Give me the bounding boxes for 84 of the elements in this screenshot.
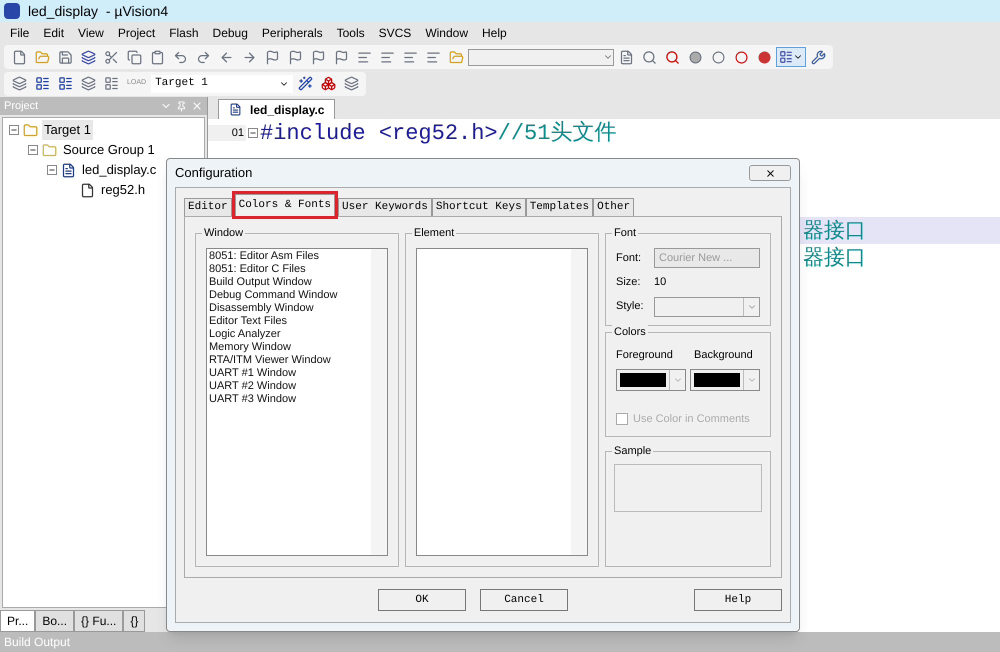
menu-item[interactable]: Peripherals xyxy=(262,24,323,42)
fold-icon[interactable] xyxy=(248,128,258,138)
line-number: 01 xyxy=(208,124,246,142)
code-line: #include <reg52.h>//51头文件 xyxy=(260,120,616,148)
collapse-icon[interactable] xyxy=(9,125,19,135)
menu-item[interactable]: Flash xyxy=(169,24,199,42)
window-list[interactable] xyxy=(206,248,388,556)
panel-tab[interactable]: Pr... xyxy=(0,610,36,632)
menu-item[interactable]: Project xyxy=(118,24,156,42)
menu-item[interactable]: Tools xyxy=(336,24,365,42)
menu-item[interactable]: Edit xyxy=(43,24,64,42)
list-item[interactable]: 8051: Editor C Files xyxy=(209,263,371,276)
code-fragment: 器接口 xyxy=(803,218,866,244)
panel-tab[interactable]: Bo... xyxy=(35,610,74,632)
scrollbar[interactable] xyxy=(370,249,387,555)
color-picker[interactable] xyxy=(616,369,686,391)
file-icon xyxy=(61,162,76,178)
scrollbar[interactable] xyxy=(571,249,587,555)
panel-title: Build Output xyxy=(4,634,70,651)
menu-item[interactable]: SVCS xyxy=(378,24,412,42)
file-icon xyxy=(80,182,95,198)
dialog-tab[interactable]: User Keywords xyxy=(338,198,432,216)
find-combo-box[interactable] xyxy=(468,48,614,66)
list-item[interactable]: Editor Text Files xyxy=(209,315,371,328)
tree-item[interactable]: Source Group 1 xyxy=(61,140,157,160)
list-item[interactable]: Memory Window xyxy=(209,341,371,354)
window-title: led_display - µVision4 xyxy=(28,2,168,21)
group-title: Colors xyxy=(612,324,648,338)
list-item[interactable]: Debug Command Window xyxy=(209,289,371,302)
target-select[interactable]: Target 1 xyxy=(151,74,294,92)
field-label: Font: xyxy=(616,250,642,266)
color-swatch xyxy=(620,373,666,387)
folder-icon xyxy=(23,122,38,138)
list-item[interactable]: Disassembly Window xyxy=(209,302,371,315)
folder-icon xyxy=(42,142,57,158)
tree-item[interactable]: reg52.h xyxy=(99,180,148,200)
window-menu-button[interactable] xyxy=(776,47,806,67)
document-tab[interactable]: led_display.c xyxy=(218,99,336,119)
dialog-tab[interactable]: Shortcut Keys xyxy=(432,198,526,216)
list-item[interactable]: 8051: Editor Asm Files xyxy=(209,250,371,263)
dialog-button[interactable]: OK xyxy=(378,589,466,611)
dialog-button[interactable]: Help xyxy=(694,589,782,611)
field-label: Background xyxy=(694,348,753,362)
list-item[interactable]: UART #3 Window xyxy=(209,393,371,406)
list-item[interactable]: Build Output Window xyxy=(209,276,371,289)
menu-item[interactable]: Debug xyxy=(212,24,248,42)
list-item[interactable]: UART #2 Window xyxy=(209,380,371,393)
tree-item[interactable]: led_display.c xyxy=(80,160,158,180)
dialog-button[interactable]: Cancel xyxy=(480,589,568,611)
close-button[interactable] xyxy=(749,165,791,181)
group-title: Sample xyxy=(612,444,654,458)
color-swatch xyxy=(694,373,740,387)
list-item[interactable]: RTA/ITM Viewer Window xyxy=(209,354,371,367)
tree-item[interactable]: Target 1 xyxy=(42,120,93,140)
list-item[interactable]: Logic Analyzer xyxy=(209,328,371,341)
dialog-tab[interactable]: Colors & Fonts xyxy=(234,194,336,216)
panel-title: Project xyxy=(4,98,38,114)
dialog-tab[interactable]: Other xyxy=(593,198,634,216)
dialog-title: Configuration xyxy=(175,164,252,182)
menu-item[interactable]: Help xyxy=(482,24,507,42)
collapse-icon[interactable] xyxy=(28,145,38,155)
checkbox-label: Use Color in Comments xyxy=(633,412,750,427)
close-icon xyxy=(764,168,776,178)
panel-tab[interactable]: {} Fu... xyxy=(74,610,124,632)
style-select[interactable] xyxy=(654,296,760,316)
color-picker[interactable] xyxy=(690,369,760,391)
menu-item[interactable]: View xyxy=(78,24,104,42)
target-select-value: Target 1 xyxy=(155,76,208,92)
panel-tab[interactable]: {} xyxy=(123,610,146,632)
menu-item[interactable]: Window xyxy=(425,24,468,42)
size-value: 10 xyxy=(654,275,666,290)
field-label: Foreground xyxy=(616,348,674,362)
menu-item[interactable]: File xyxy=(10,24,30,42)
list-item[interactable]: UART #1 Window xyxy=(209,367,371,380)
dialog-tab[interactable]: Editor xyxy=(184,198,232,216)
file-icon xyxy=(229,103,242,116)
document-tab-label: led_display.c xyxy=(250,102,324,118)
field-label: Size: xyxy=(616,275,642,290)
dialog-tab[interactable]: Templates xyxy=(526,198,594,216)
collapse-icon[interactable] xyxy=(47,165,57,175)
app-icon xyxy=(4,3,20,19)
field-label: Style: xyxy=(616,299,645,314)
list-icon xyxy=(779,50,793,64)
code-fragment: 器接口 xyxy=(803,244,866,271)
